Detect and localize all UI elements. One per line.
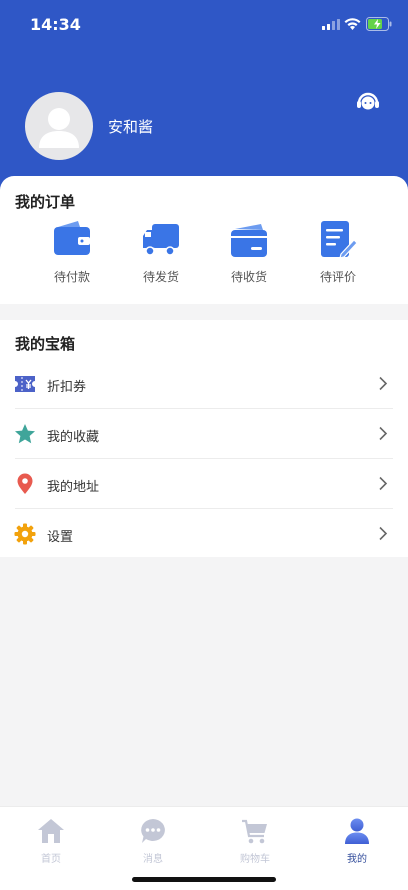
cellular-signal-icon: [322, 19, 340, 30]
menu-item-label: 设置: [47, 530, 74, 545]
delivery-truck-icon: [143, 224, 179, 256]
order-pending-shipment[interactable]: 待发货: [125, 220, 195, 290]
tab-label: 购物车: [240, 854, 270, 865]
order-pending-review[interactable]: 待评价: [302, 220, 372, 290]
cart-icon: [242, 819, 267, 844]
chevron-right-icon: [379, 426, 388, 441]
battery-charging-icon: [366, 17, 392, 31]
default-avatar-icon: [39, 108, 79, 148]
menu-item-label: 我的地址: [47, 480, 100, 495]
home-indicator: [132, 877, 276, 882]
menu-item-coupons[interactable]: 折扣券: [0, 359, 408, 409]
card-icon: [231, 224, 267, 257]
tab-profile[interactable]: 我的: [327, 817, 387, 865]
status-bar: 14:34: [0, 0, 408, 48]
location-pin-icon: [17, 473, 33, 494]
order-pending-receipt[interactable]: 待收货: [213, 220, 283, 290]
order-label: 待评价: [319, 270, 356, 284]
chevron-right-icon: [379, 376, 388, 391]
menu-item-label: 折扣券: [47, 380, 87, 395]
order-label: 待付款: [53, 270, 90, 284]
gear-icon: [14, 523, 36, 545]
tab-cart[interactable]: 购物车: [225, 817, 285, 865]
user-icon: [345, 818, 369, 844]
username[interactable]: 安和酱: [108, 116, 153, 137]
coupon-icon: [15, 376, 35, 392]
status-time: 14:34: [30, 15, 81, 34]
tab-label: 消息: [143, 854, 163, 865]
menu-item-label: 我的收藏: [47, 430, 100, 445]
star-icon: [15, 424, 35, 444]
message-icon: [141, 819, 165, 843]
edit-review-icon: [321, 221, 358, 259]
menu-item-settings[interactable]: 设置: [0, 509, 408, 559]
tab-label: 我的: [347, 854, 367, 865]
menu-item-address[interactable]: 我的地址: [0, 459, 408, 509]
chevron-right-icon: [379, 476, 388, 491]
tab-label: 首页: [41, 854, 61, 865]
chevron-right-icon: [379, 526, 388, 541]
avatar[interactable]: [25, 92, 93, 160]
my-orders-title: 我的订单: [15, 193, 76, 211]
order-label: 待发货: [142, 270, 179, 284]
wifi-icon: [344, 18, 361, 30]
my-treasure-title: 我的宝箱: [15, 335, 76, 353]
order-pending-payment[interactable]: 待付款: [36, 220, 106, 290]
home-icon: [38, 819, 64, 843]
order-label: 待收货: [230, 270, 267, 284]
menu-item-favorites[interactable]: 我的收藏: [0, 409, 408, 459]
my-treasure-card: 我的宝箱 折扣券 我的收藏 我的地址 设置: [0, 320, 408, 557]
profile-header: 14:34 安和酱: [0, 0, 408, 200]
tab-messages[interactable]: 消息: [123, 817, 183, 865]
customer-service-icon[interactable]: [355, 91, 381, 113]
my-orders-card: 我的订单 待付款 待发货 待收货 待评价: [0, 176, 408, 304]
tab-home[interactable]: 首页: [21, 817, 81, 865]
wallet-icon: [54, 221, 90, 255]
